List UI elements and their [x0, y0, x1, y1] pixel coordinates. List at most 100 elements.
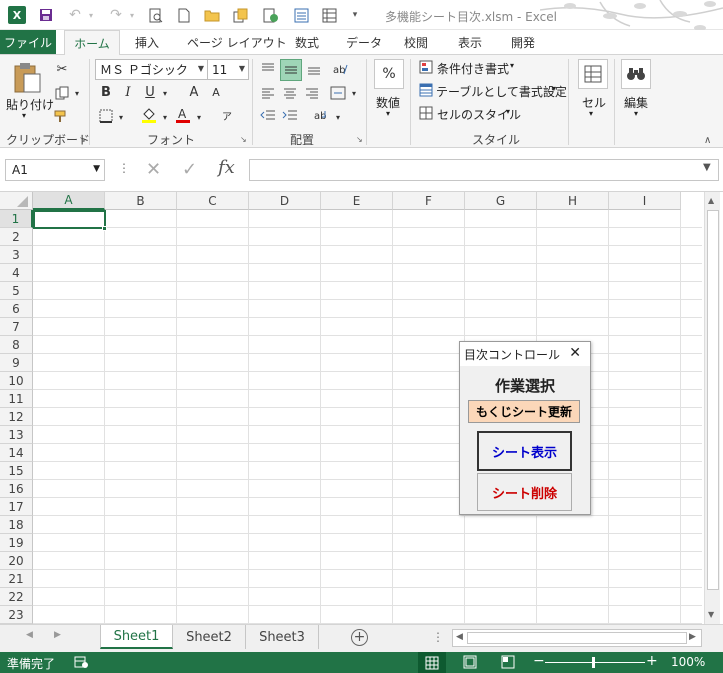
alignment-launcher-icon[interactable]: ↘ [356, 135, 363, 144]
clipboard-launcher-icon[interactable]: ↘ [79, 135, 86, 144]
cell-styles-dropdown-icon[interactable]: ▾ [506, 107, 510, 116]
row-header[interactable]: 23 [0, 606, 33, 624]
row-header[interactable]: 7 [0, 318, 33, 336]
row-header[interactable]: 10 [0, 372, 33, 390]
undo-dropdown-icon[interactable]: ▾ [82, 6, 100, 24]
conditional-dropdown-icon[interactable]: ▾ [510, 61, 514, 70]
format-table-dropdown-icon[interactable]: ▾ [552, 84, 556, 93]
scroll-up-icon[interactable]: ▲ [708, 196, 714, 205]
expand-formula-icon[interactable]: ▼ [703, 162, 711, 173]
paste-button[interactable]: 貼り付け [6, 96, 54, 113]
decrease-indent-icon[interactable] [258, 105, 278, 125]
cells-icon[interactable] [578, 59, 608, 89]
bold-button[interactable]: B [98, 83, 114, 101]
row-header[interactable]: 15 [0, 462, 33, 480]
grid-icon[interactable] [320, 6, 338, 24]
zoom-in-icon[interactable]: + [646, 653, 658, 669]
number-dropdown-icon[interactable]: ▾ [386, 109, 390, 118]
cells-button[interactable]: セル [582, 94, 606, 111]
sheet-tab[interactable]: Sheet3 [246, 625, 319, 649]
align-top-icon[interactable] [258, 59, 278, 79]
vertical-scrollbar[interactable]: ▲ ▼ [704, 192, 720, 624]
print-preview-icon[interactable] [147, 6, 165, 24]
underline-dropdown-icon[interactable]: ▾ [160, 85, 170, 101]
wrap-text-icon[interactable]: ab [312, 105, 332, 125]
merge-center-icon[interactable] [328, 83, 348, 103]
worksheet-grid[interactable]: ABCDEFGHI 1 2 3 4 5 6 7 8 9 10 11 12 13 14 15 16 17 18 19 2… [0, 192, 723, 624]
align-bottom-icon[interactable] [304, 59, 324, 79]
row-header[interactable]: 3 [0, 246, 33, 264]
zoom-level[interactable]: 100% [671, 655, 705, 669]
border-dropdown-icon[interactable]: ▾ [116, 109, 126, 125]
insert-function-button[interactable]: fx [218, 157, 235, 178]
close-icon[interactable]: ✕ [569, 345, 581, 361]
row-header[interactable]: 22 [0, 588, 33, 606]
update-toc-button[interactable]: もくじシート更新 [468, 400, 580, 423]
show-sheet-button[interactable]: シート表示 [477, 431, 572, 471]
orientation-icon[interactable]: ab [330, 59, 350, 79]
enter-icon[interactable]: ✓ [182, 159, 197, 180]
tab-developer[interactable]: 開発 [511, 34, 535, 51]
horizontal-scrollbar[interactable]: ◀ ▶ [452, 629, 702, 647]
prev-sheet-icon[interactable]: ◀ [26, 630, 33, 640]
border-icon[interactable] [98, 107, 114, 125]
dialog-titlebar[interactable]: 目次コントロール ✕ [460, 342, 590, 366]
format-table-icon[interactable] [418, 82, 434, 98]
italic-button[interactable]: I [120, 83, 136, 101]
row-header[interactable]: 5 [0, 282, 33, 300]
tab-view[interactable]: 表示 [458, 34, 482, 51]
row-header[interactable]: 21 [0, 570, 33, 588]
column-header[interactable]: A [33, 192, 105, 210]
cut-icon[interactable]: ✂ [52, 59, 72, 79]
shrink-font-button[interactable]: A [208, 83, 224, 101]
row-header[interactable]: 19 [0, 534, 33, 552]
tab-review[interactable]: 校閲 [404, 34, 428, 51]
form-icon[interactable] [292, 6, 310, 24]
column-header[interactable]: D [249, 192, 321, 210]
sheet-tab[interactable]: Sheet2 [173, 625, 246, 649]
format-as-table-button[interactable]: テーブルとして書式設定 [436, 83, 567, 100]
font-color-dropdown-icon[interactable]: ▾ [194, 109, 204, 125]
copy-sheet-icon[interactable] [232, 6, 250, 24]
copy-icon[interactable] [52, 83, 72, 103]
scroll-right-icon[interactable]: ▶ [689, 632, 696, 642]
grow-font-button[interactable]: A [186, 83, 202, 101]
row-header[interactable]: 16 [0, 480, 33, 498]
merge-dropdown-icon[interactable]: ▾ [349, 85, 359, 101]
row-header[interactable]: 17 [0, 498, 33, 516]
align-middle-icon[interactable] [280, 59, 302, 81]
customize-toolbar-icon[interactable]: ▾ [346, 6, 364, 24]
font-size-combo[interactable]: 11 ▼ [207, 59, 249, 80]
cells-dropdown-icon[interactable]: ▾ [589, 109, 593, 118]
phonetic-icon[interactable]: ア [218, 105, 236, 125]
column-header[interactable]: G [465, 192, 537, 210]
row-header[interactable]: 8 [0, 336, 33, 354]
column-header[interactable]: I [609, 192, 681, 210]
tab-formulas[interactable]: 数式 [295, 34, 319, 51]
column-header[interactable]: B [105, 192, 177, 210]
column-header[interactable]: H [537, 192, 609, 210]
fill-color-icon[interactable] [140, 105, 158, 125]
tab-home[interactable]: ホーム [64, 30, 120, 55]
select-all-corner[interactable] [0, 192, 33, 210]
increase-indent-icon[interactable] [280, 105, 300, 125]
row-header[interactable]: 14 [0, 444, 33, 462]
column-header[interactable]: F [393, 192, 465, 210]
binoculars-icon[interactable] [621, 59, 651, 89]
row-header[interactable]: 1 [0, 210, 33, 228]
row-header[interactable]: 12 [0, 408, 33, 426]
collapse-ribbon-icon[interactable]: ∧ [704, 135, 711, 146]
add-sheet-icon[interactable]: + [351, 629, 368, 646]
save-icon[interactable] [37, 6, 55, 24]
column-header[interactable]: E [321, 192, 393, 210]
align-center-icon[interactable] [280, 83, 300, 103]
cancel-icon[interactable]: ✕ [146, 159, 161, 180]
fill-handle[interactable] [102, 226, 107, 231]
redo-dropdown-icon[interactable]: ▾ [123, 6, 141, 24]
conditional-format-button[interactable]: 条件付き書式 [437, 60, 509, 77]
normal-view-icon[interactable] [418, 652, 446, 673]
tab-page-layout[interactable]: ページ レイアウト [187, 34, 287, 51]
align-right-icon[interactable] [302, 83, 322, 103]
row-header[interactable]: 13 [0, 426, 33, 444]
formula-input[interactable] [249, 159, 719, 181]
